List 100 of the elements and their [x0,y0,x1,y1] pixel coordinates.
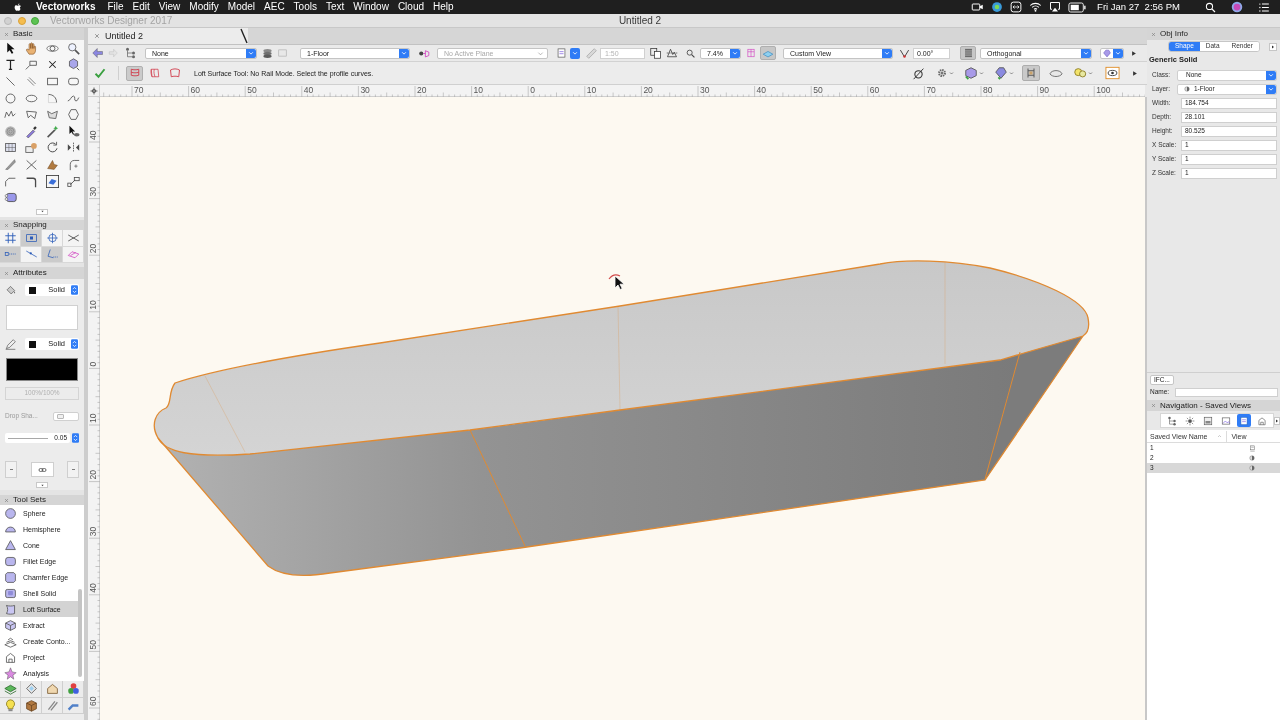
circle-icon[interactable] [4,91,17,105]
gem-icon[interactable] [994,66,1008,80]
mode-button[interactable] [126,65,143,81]
snap-toggle[interactable] [42,230,63,247]
zoom-icon[interactable] [686,48,695,58]
grid-frame-icon[interactable] [4,141,17,155]
double-arrow-box-icon[interactable] [1010,1,1023,13]
menu-item[interactable]: Text [325,2,345,12]
rotate-icon[interactable] [46,141,59,155]
magnifier-icon[interactable] [67,41,80,55]
hexagon-solid-icon[interactable] [67,58,80,72]
framed-tile-icon[interactable] [46,174,59,188]
magic-wand-icon[interactable] [46,124,59,138]
hierarchy-icon[interactable] [124,47,137,59]
close-icon[interactable] [4,222,9,228]
menu-item[interactable]: Tools [293,2,317,12]
option-toggle[interactable] [1022,65,1040,81]
pointer-eye-icon[interactable] [67,124,80,138]
pen-preview[interactable] [6,358,78,381]
ring-app-icon[interactable] [991,1,1004,13]
parallel-bars-icon[interactable] [45,698,59,712]
card-and-dot-icon[interactable] [25,141,38,155]
stacked-discs-icon[interactable] [262,47,273,59]
list-icon[interactable] [1258,1,1270,13]
video-camera-icon[interactable] [971,1,985,13]
saved-view-tool[interactable] [1237,414,1251,427]
double-line-icon[interactable] [25,75,38,88]
drawing-canvas[interactable] [100,97,1145,720]
close-icon[interactable] [4,497,9,503]
saved-view-tool[interactable] [1201,414,1215,427]
dot-and-loop-icon[interactable] [416,47,432,59]
menu-item[interactable]: Window [353,2,389,12]
menu-item[interactable]: Help [433,2,454,12]
rectangle-icon[interactable] [46,75,59,88]
framed-eye-icon[interactable] [1105,66,1120,80]
drop-shadow-button[interactable] [53,411,79,421]
menu-item[interactable]: Model [227,2,256,12]
stepper-icon[interactable] [72,433,79,443]
flyout-button[interactable] [1269,42,1277,51]
menu-item[interactable]: View [158,2,181,12]
apple-logo-icon[interactable] [13,1,23,13]
menu-item[interactable]: Modify [189,2,219,12]
menu-item[interactable]: Cloud [397,2,425,12]
callout-icon[interactable] [25,58,38,72]
arrow-pointer-icon[interactable] [4,41,17,55]
overlapping-squares-icon[interactable] [650,47,662,59]
caret-down-icon[interactable] [979,71,984,75]
slashed-circle-icon[interactable] [912,66,925,80]
color-balls-icon[interactable] [66,682,80,696]
ruler-origin[interactable] [88,85,100,97]
airplay-icon[interactable] [1049,1,1062,13]
diamond-frame-icon[interactable] [24,682,38,696]
crossed-lines-icon[interactable] [25,157,38,171]
hand-icon[interactable] [25,41,38,55]
search-icon[interactable] [1205,1,1216,13]
angle-icon[interactable] [899,47,910,59]
zigzag-line-icon[interactable] [666,47,678,59]
link-button[interactable] [30,462,54,477]
back-arrow-icon[interactable] [92,47,104,59]
wifi-icon[interactable] [1029,1,1043,13]
polygon-icon[interactable] [25,108,38,122]
folded-sheet-icon[interactable] [46,108,59,122]
concentric-circles-icon[interactable] [4,124,17,138]
close-icon[interactable] [1151,403,1156,408]
fillet-icon[interactable] [67,157,80,171]
grid-panel-icon[interactable] [746,47,756,59]
rounded-rectangle-icon[interactable] [67,75,80,88]
hexagon-check-icon[interactable] [964,66,978,80]
overlapping-circles-icon[interactable] [1073,66,1087,80]
page-icon[interactable] [556,47,567,59]
striped-toggle[interactable] [960,46,976,60]
scrollbar-thumb[interactable] [78,589,82,677]
close-icon[interactable] [4,31,9,37]
layer-sheet-icon[interactable] [3,682,17,696]
component-icon[interactable] [4,191,17,205]
flyout-button[interactable] [1274,416,1280,425]
eyedropper-icon[interactable] [25,124,38,138]
lightbulb-icon[interactable] [3,698,17,712]
menu-item[interactable]: AEC [264,2,285,12]
name-field[interactable] [1175,388,1278,397]
hexagon-icon[interactable] [67,108,80,122]
saved-view-tool[interactable] [1219,414,1233,427]
triangle-right-icon[interactable] [1131,49,1137,57]
gear-icon[interactable] [936,67,948,79]
window-zoom-button[interactable] [31,16,39,25]
working-plane-toggle[interactable] [760,46,776,60]
app-menu[interactable]: Vectorworks [36,2,96,12]
t-letter-tool-icon[interactable] [4,58,17,72]
close-icon[interactable] [4,270,9,276]
caret-down-icon[interactable] [1009,71,1014,75]
checkmark-icon[interactable] [94,67,106,79]
page-options-button[interactable] [570,47,580,59]
menu-bar-clock[interactable]: Fri Jan 27 2:56 PM [1097,2,1180,12]
battery-icon[interactable] [1068,1,1087,13]
isometric-box-icon[interactable] [24,698,38,712]
shard-icon[interactable] [46,157,59,171]
line-icon[interactable] [4,75,17,88]
menu-item[interactable]: File [107,2,124,12]
close-icon[interactable] [1151,31,1156,37]
node-connector-icon[interactable] [67,174,80,188]
